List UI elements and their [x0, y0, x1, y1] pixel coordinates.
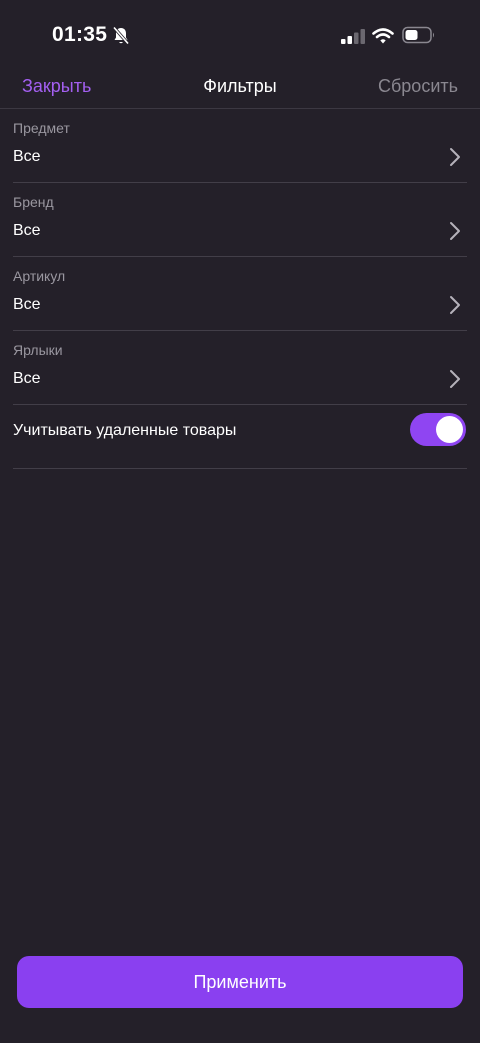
filter-value: Все	[13, 296, 41, 313]
chevron-right-icon	[450, 296, 460, 314]
reset-button[interactable]: Сбросить	[378, 76, 458, 97]
chevron-right-icon	[450, 222, 460, 240]
deleted-items-toggle[interactable]	[410, 413, 466, 446]
nav-bar: Фильтры Закрыть Сбросить	[0, 70, 480, 110]
chevron-right-icon	[450, 370, 460, 388]
filter-row-subject[interactable]: Предмет Все	[13, 109, 467, 183]
filter-value: Все	[13, 222, 41, 239]
bell-slash-icon	[112, 26, 130, 45]
filter-list: Предмет Все Бренд Все Артикул Все Ярлыки…	[0, 109, 480, 469]
filter-label: Артикул	[13, 268, 66, 284]
cellular-signal-icon	[341, 29, 365, 44]
close-button[interactable]: Закрыть	[22, 76, 91, 97]
status-bar: 01:35	[0, 0, 480, 70]
apply-button[interactable]: Применить	[17, 956, 463, 1008]
filter-row-brand[interactable]: Бренд Все	[13, 183, 467, 257]
filter-value: Все	[13, 148, 41, 165]
filters-screen: 01:35 Фильтры Закрыть Сбросить Предмет В…	[0, 0, 480, 1043]
filter-label: Бренд	[13, 194, 54, 210]
toggle-knob	[436, 416, 463, 443]
filter-row-article[interactable]: Артикул Все	[13, 257, 467, 331]
battery-icon	[402, 26, 434, 44]
deleted-items-toggle-row: Учитывать удаленные товары	[13, 405, 467, 469]
chevron-right-icon	[450, 148, 460, 166]
toggle-label: Учитывать удаленные товары	[13, 422, 237, 439]
filter-value: Все	[13, 370, 41, 387]
status-time: 01:35	[52, 23, 108, 46]
filter-row-labels[interactable]: Ярлыки Все	[13, 331, 467, 405]
filter-label: Предмет	[13, 120, 70, 136]
filter-label: Ярлыки	[13, 342, 63, 358]
wifi-icon	[372, 28, 394, 44]
